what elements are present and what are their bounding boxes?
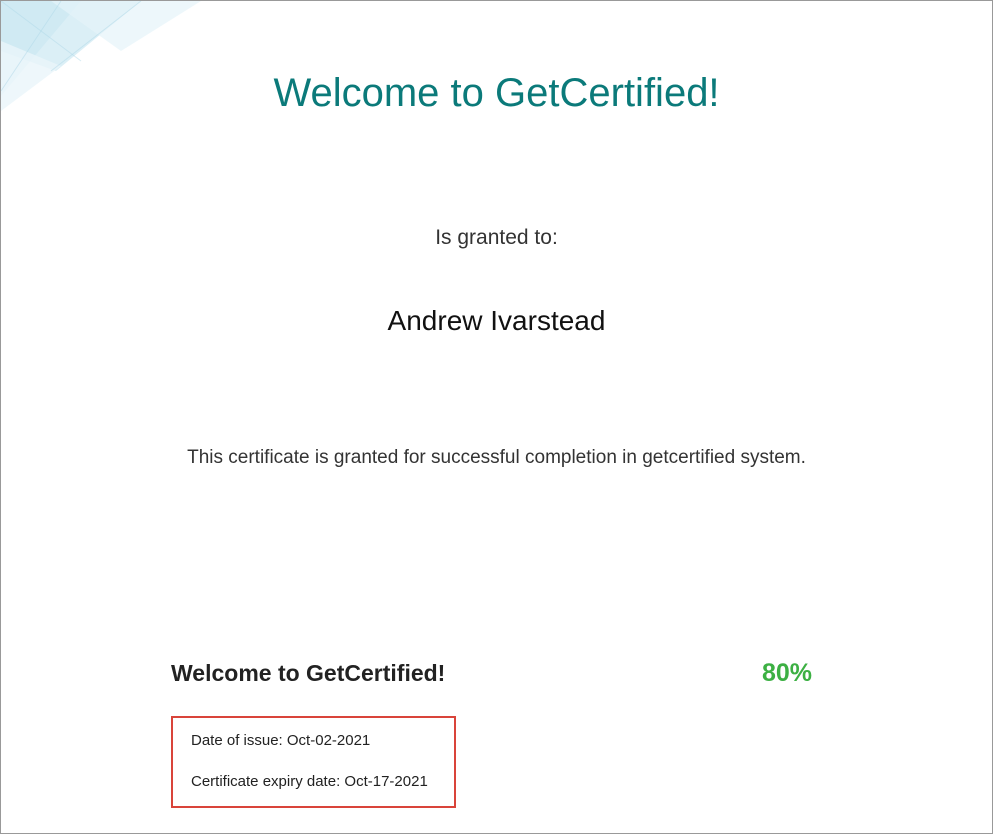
granted-label: Is granted to: (61, 226, 932, 250)
corner-decoration (1, 1, 201, 121)
issue-date-value: Oct-02-2021 (287, 732, 370, 749)
certificate-description: This certificate is granted for successf… (61, 447, 932, 469)
recipient-name: Andrew Ivarstead (61, 305, 932, 337)
expiry-date-line: Certificate expiry date: Oct-17-2021 (191, 771, 436, 792)
score-value: 80% (762, 659, 812, 688)
footer-title: Welcome to GetCertified! (171, 660, 445, 687)
footer-area: Welcome to GetCertified! 80% Date of iss… (1, 659, 992, 833)
dates-highlight-box: Date of issue: Oct-02-2021 Certificate e… (171, 716, 456, 808)
issue-date-label: Date of issue: (191, 732, 287, 749)
footer-top-row: Welcome to GetCertified! 80% (171, 659, 932, 688)
expiry-date-value: Oct-17-2021 (344, 773, 427, 790)
issue-date-line: Date of issue: Oct-02-2021 (191, 730, 436, 751)
expiry-date-label: Certificate expiry date: (191, 773, 344, 790)
